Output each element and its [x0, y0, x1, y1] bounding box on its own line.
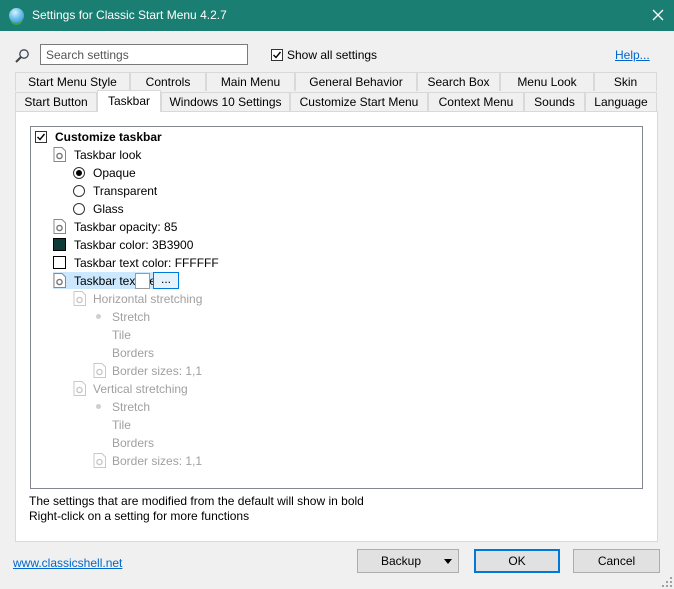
tab-customize-start-menu[interactable]: Customize Start Menu	[290, 92, 428, 111]
setting-icon	[73, 291, 86, 306]
v-option-borders: Borders	[93, 434, 293, 452]
transparent-label: Transparent	[93, 184, 158, 198]
h-border-sizes-label: Border sizes: 1,1	[112, 364, 203, 378]
checkmark-icon	[273, 51, 282, 59]
radio-h-borders	[93, 347, 105, 359]
taskbar-text-color-row[interactable]: Taskbar text color: FFFFFF	[53, 254, 353, 272]
resize-grip-icon[interactable]	[662, 577, 672, 587]
info-right-click: Right-click on a setting for more functi…	[29, 509, 250, 523]
taskbar-texture-row[interactable]: Taskbar texture ...	[31, 272, 331, 290]
setting-icon	[93, 363, 106, 378]
customize-taskbar-label: Customize taskbar	[55, 130, 162, 144]
browse-texture-button[interactable]: ...	[153, 272, 179, 289]
tab-language[interactable]: Language	[585, 92, 657, 111]
v-option-tile: Tile	[93, 416, 293, 434]
taskbar-text-color-label: Taskbar text color: FFFFFF	[74, 256, 219, 270]
look-option-glass[interactable]: Glass	[73, 200, 273, 218]
website-link[interactable]: www.classicshell.net	[13, 556, 122, 570]
taskbar-color-row[interactable]: Taskbar color: 3B3900	[53, 236, 353, 254]
horizontal-stretching-row: Horizontal stretching	[73, 290, 373, 308]
tab-main-menu[interactable]: Main Menu	[206, 72, 295, 91]
tab-sounds[interactable]: Sounds	[524, 92, 585, 111]
tab-controls[interactable]: Controls	[130, 72, 206, 91]
cancel-button[interactable]: Cancel	[573, 549, 660, 573]
radio-glass[interactable]	[73, 203, 85, 215]
setting-icon	[73, 381, 86, 396]
h-stretch-label: Stretch	[112, 310, 151, 324]
customize-taskbar-checkbox[interactable]	[35, 131, 47, 143]
tab-start-menu-style[interactable]: Start Menu Style	[15, 72, 130, 91]
horizontal-stretching-label: Horizontal stretching	[93, 292, 203, 306]
setting-icon	[53, 219, 66, 234]
h-option-borders: Borders	[93, 344, 293, 362]
h-option-tile: Tile	[93, 326, 293, 344]
close-icon	[652, 9, 664, 21]
info-modified-bold: The settings that are modified from the …	[29, 494, 364, 508]
vertical-stretching-row: Vertical stretching	[73, 380, 373, 398]
v-borders-label: Borders	[112, 436, 155, 450]
taskbar-look-label: Taskbar look	[74, 148, 142, 162]
tab-menu-look[interactable]: Menu Look	[500, 72, 594, 91]
close-button[interactable]	[642, 0, 674, 31]
radio-v-tile	[93, 419, 105, 431]
tab-windows-10-settings[interactable]: Windows 10 Settings	[161, 92, 290, 111]
glass-label: Glass	[93, 202, 124, 216]
opaque-label: Opaque	[93, 166, 136, 180]
radio-transparent[interactable]	[73, 185, 85, 197]
look-option-opaque[interactable]: Opaque	[73, 164, 273, 182]
search-input[interactable]	[40, 44, 248, 65]
backup-label: Backup	[380, 554, 422, 568]
taskbar-color-label: Taskbar color: 3B3900	[74, 238, 194, 252]
tab-general-behavior[interactable]: General Behavior	[295, 72, 417, 91]
radio-h-stretch	[93, 311, 105, 323]
h-tile-label: Tile	[112, 328, 131, 342]
v-option-stretch: Stretch	[93, 398, 293, 416]
radio-h-tile	[93, 329, 105, 341]
v-border-sizes-label: Border sizes: 1,1	[112, 454, 203, 468]
classic-shell-icon	[9, 8, 24, 23]
taskbar-look-row[interactable]: Taskbar look	[53, 146, 353, 164]
taskbar-text-color-swatch	[53, 256, 66, 269]
look-option-transparent[interactable]: Transparent	[73, 182, 273, 200]
v-stretch-label: Stretch	[112, 400, 151, 414]
tab-skin[interactable]: Skin	[594, 72, 657, 91]
tab-search-box[interactable]: Search Box	[417, 72, 500, 91]
vertical-stretching-label: Vertical stretching	[93, 382, 188, 396]
search-icon	[15, 49, 29, 63]
customize-taskbar-row[interactable]: Customize taskbar	[35, 128, 335, 146]
title-bar: Settings for Classic Start Menu 4.2.7	[0, 0, 674, 31]
taskbar-opacity-label: Taskbar opacity: 85	[74, 220, 178, 234]
setting-icon	[93, 453, 106, 468]
tab-taskbar[interactable]: Taskbar	[97, 90, 161, 112]
v-tile-label: Tile	[112, 418, 131, 432]
taskbar-opacity-row[interactable]: Taskbar opacity: 85	[53, 218, 353, 236]
taskbar-texture-input[interactable]	[135, 273, 150, 289]
h-option-stretch: Stretch	[93, 308, 293, 326]
h-borders-label: Borders	[112, 346, 155, 360]
taskbar-color-swatch	[53, 238, 66, 251]
settings-tree: Customize taskbar Taskbar look Opaque Tr…	[30, 126, 643, 489]
show-all-settings-checkbox[interactable]	[271, 49, 283, 61]
ok-button[interactable]: OK	[474, 549, 560, 573]
setting-icon	[53, 273, 66, 288]
setting-icon	[53, 147, 66, 162]
radio-v-stretch	[93, 401, 105, 413]
v-border-sizes-row: Border sizes: 1,1	[93, 452, 293, 470]
checkmark-icon	[37, 133, 46, 141]
tab-start-button[interactable]: Start Button	[15, 92, 97, 111]
h-border-sizes-row: Border sizes: 1,1	[93, 362, 293, 380]
tab-context-menu[interactable]: Context Menu	[428, 92, 524, 111]
dropdown-arrow-icon	[444, 559, 452, 564]
radio-v-borders	[93, 437, 105, 449]
radio-opaque[interactable]	[73, 167, 85, 179]
backup-button[interactable]: Backup	[357, 549, 459, 573]
window-title: Settings for Classic Start Menu 4.2.7	[32, 8, 227, 22]
help-link[interactable]: Help...	[615, 48, 650, 62]
show-all-settings-label[interactable]: Show all settings	[287, 48, 377, 62]
